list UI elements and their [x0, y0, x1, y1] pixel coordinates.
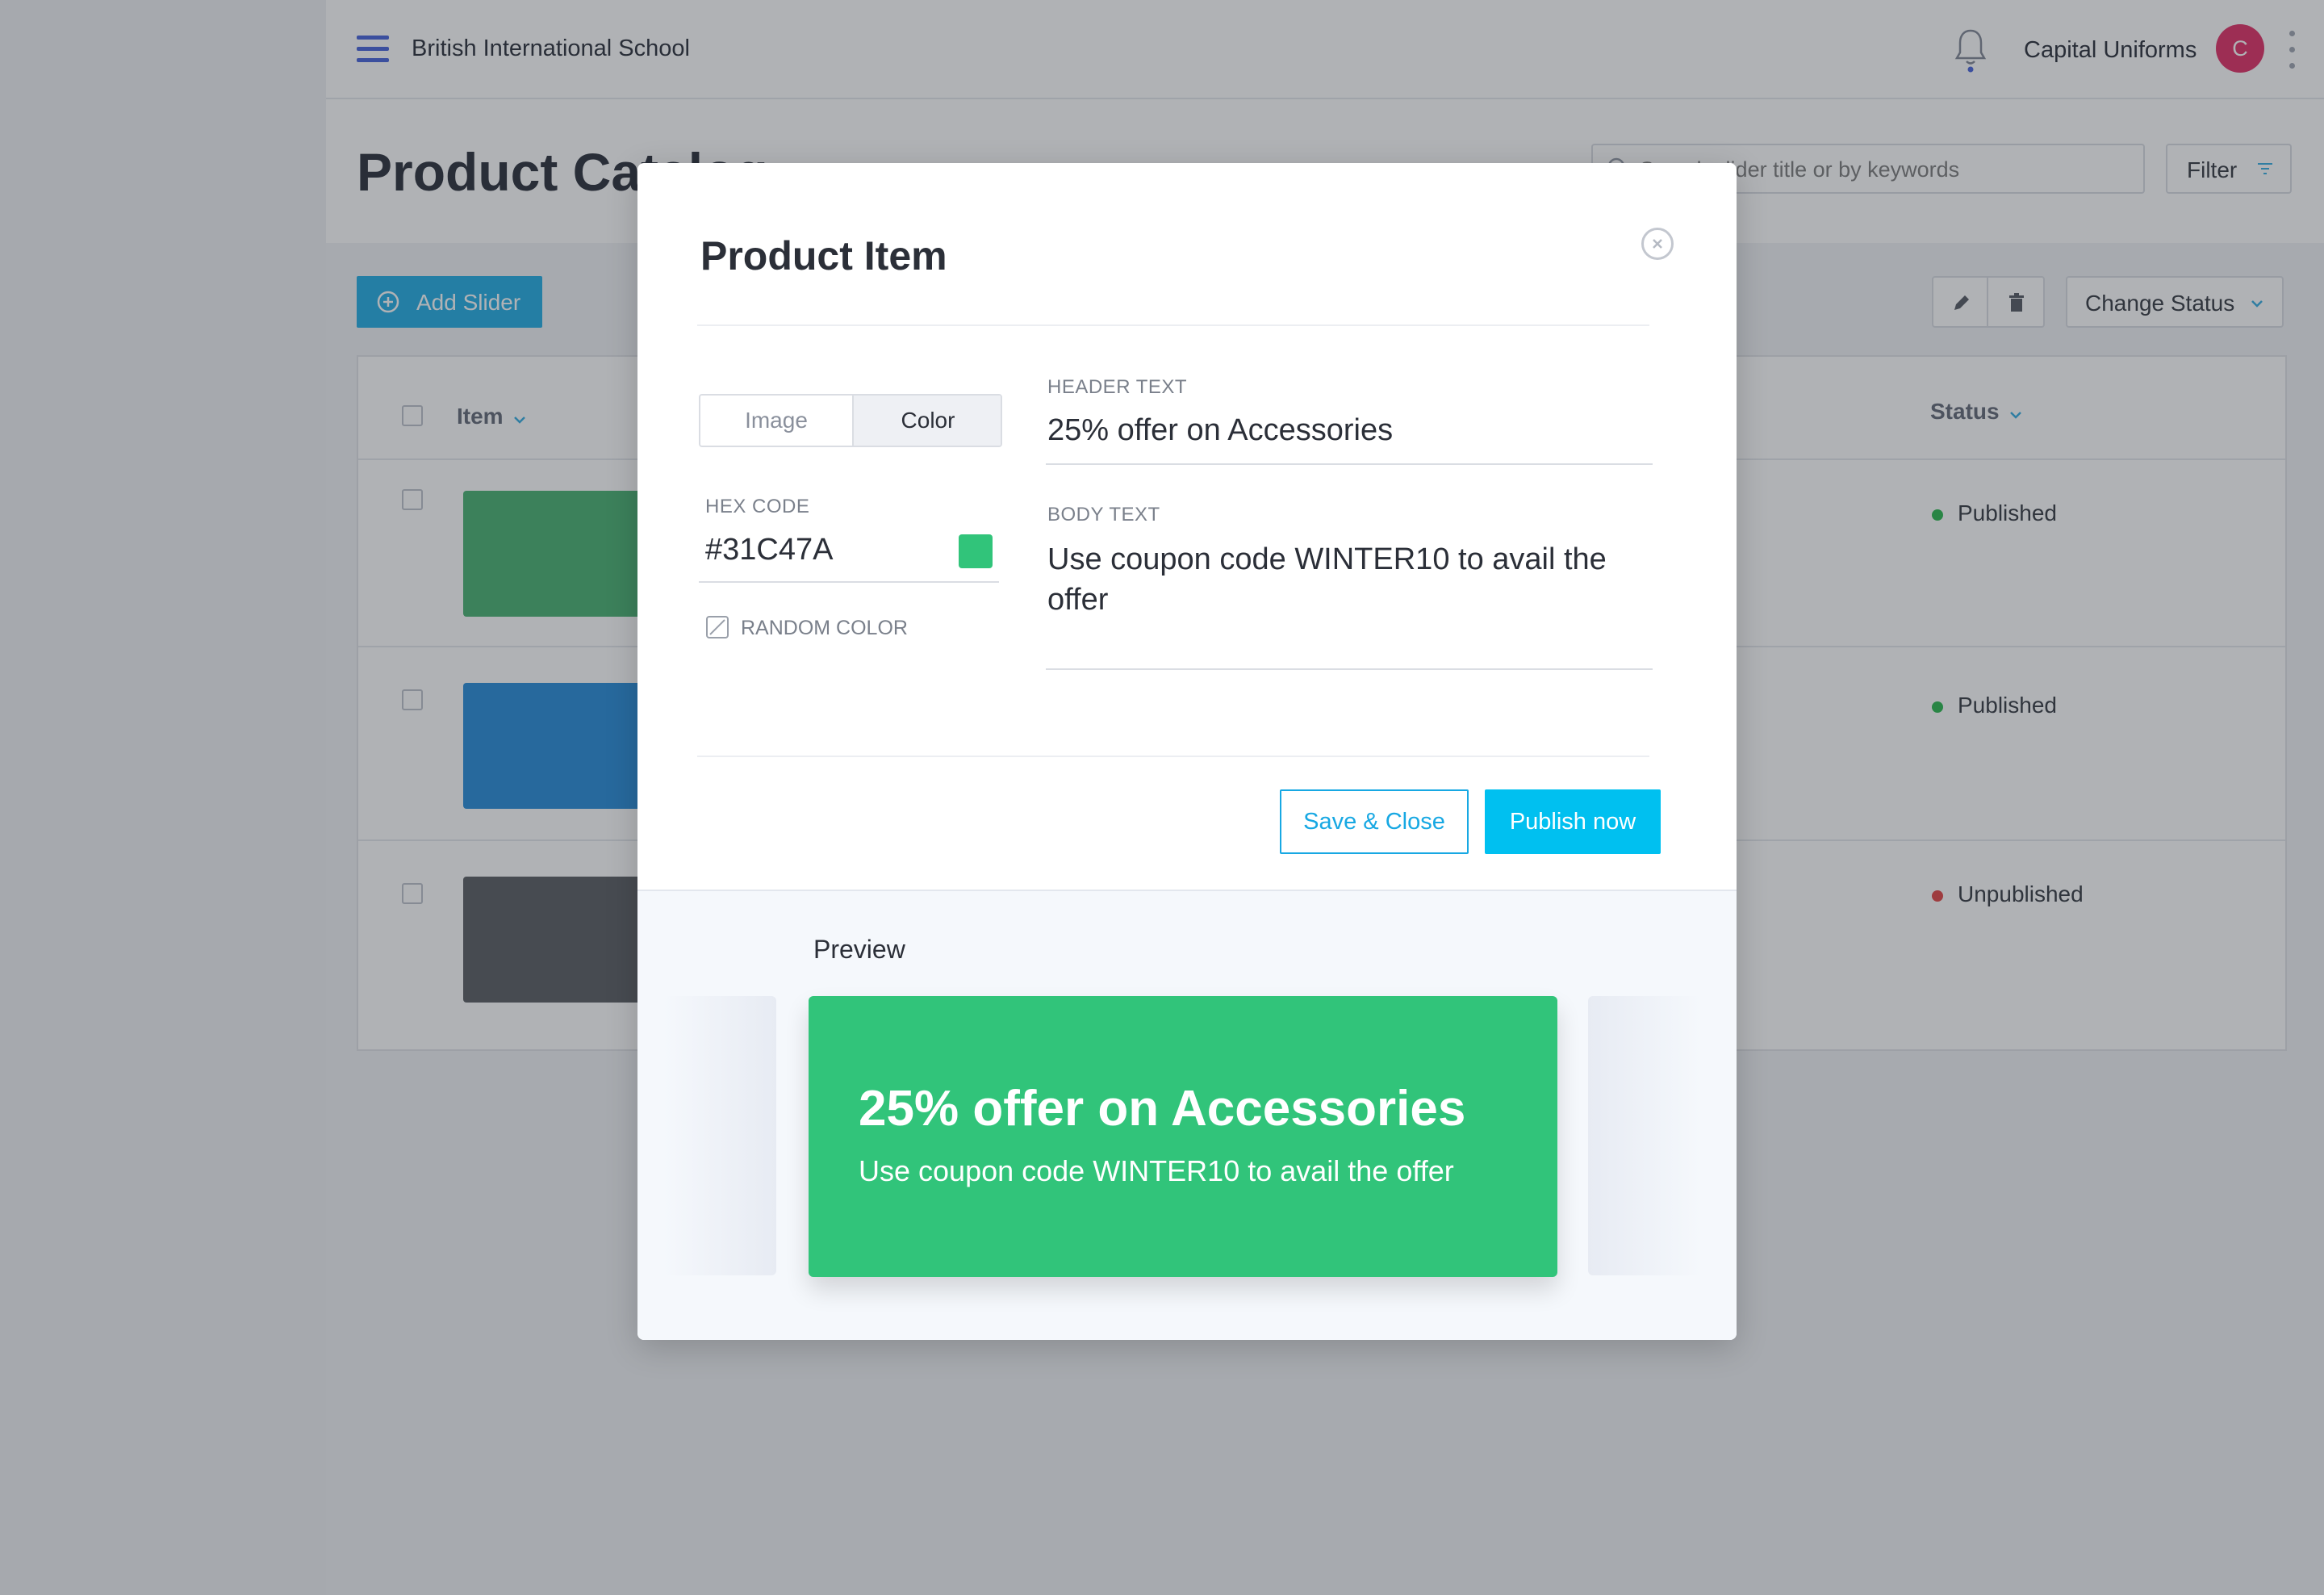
close-icon: [1653, 239, 1662, 249]
previous-slide[interactable]: [663, 996, 776, 1275]
header-underline: [1046, 463, 1653, 465]
hex-code-label: HEX CODE: [705, 496, 810, 517]
footer-divider: [697, 756, 1649, 757]
toggle-image[interactable]: Image: [700, 396, 852, 446]
hex-code-input[interactable]: #31C47A: [705, 533, 833, 567]
preview-label: Preview: [813, 935, 905, 964]
preview-area: Preview 25% offer on Accessories Use cou…: [637, 890, 1737, 1340]
type-toggle: Image Color: [699, 394, 1002, 447]
preview-slide-card: 25% offer on Accessories Use coupon code…: [809, 996, 1557, 1277]
color-swatch[interactable]: [959, 534, 993, 568]
body-text-label: BODY TEXT: [1047, 504, 1160, 525]
body-text-input[interactable]: Use coupon code WINTER10 to avail the of…: [1047, 539, 1645, 620]
body-underline: [1046, 668, 1653, 670]
save-close-button[interactable]: Save & Close: [1280, 789, 1469, 854]
toggle-color[interactable]: Color: [852, 396, 1001, 446]
random-color-label[interactable]: RANDOM COLOR: [741, 617, 908, 640]
header-text-input[interactable]: 25% offer on Accessories: [1047, 413, 1393, 448]
product-item-modal: Product Item Image Color HEX CODE #31C47…: [637, 163, 1737, 1340]
preview-body-text: Use coupon code WINTER10 to avail the of…: [859, 1154, 1454, 1187]
header-text-label: HEADER TEXT: [1047, 376, 1188, 398]
publish-now-button[interactable]: Publish now: [1485, 789, 1661, 854]
random-color-icon[interactable]: [705, 615, 729, 639]
next-slide[interactable]: [1588, 996, 1701, 1275]
modal-title: Product Item: [700, 233, 947, 278]
close-button[interactable]: [1641, 228, 1674, 260]
preview-header-text: 25% offer on Accessories: [859, 1081, 1466, 1137]
header-divider: [697, 324, 1649, 326]
hex-underline: [699, 581, 999, 583]
